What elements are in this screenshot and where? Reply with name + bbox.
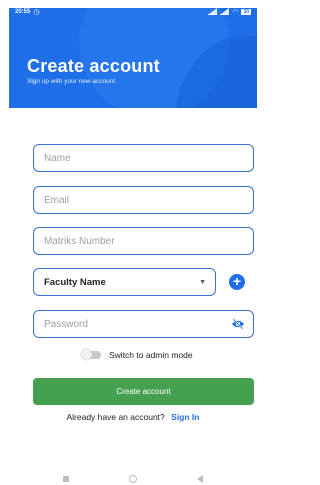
password-input[interactable] (44, 318, 253, 330)
system-nav-bar (9, 472, 257, 485)
page-title: Create account (27, 56, 160, 76)
signin-prompt: Already have an account? (66, 412, 165, 422)
email-field[interactable] (33, 186, 254, 214)
add-icon: + (232, 273, 242, 289)
password-field[interactable] (33, 310, 254, 338)
signal-icon (220, 8, 230, 15)
admin-mode-label: Switch to admin mode (109, 350, 193, 360)
chevron-down-icon: ▼ (199, 278, 206, 286)
signin-row: Already have an account? Sign In (9, 412, 257, 422)
page-subtitle: Sign up with your new account (27, 78, 116, 85)
faculty-select[interactable]: Faculty Name ▼ (33, 268, 216, 296)
matriks-number-input[interactable] (44, 235, 253, 247)
admin-mode-row: Switch to admin mode (81, 349, 193, 360)
create-account-screen: 20:55 ◷ ◠ 30 Create account Sign up with… (9, 0, 257, 485)
status-bar: 20:55 ◷ ◠ 30 (9, 0, 257, 24)
home-icon[interactable] (129, 474, 137, 483)
alarm-icon: ◷ (33, 9, 40, 16)
signal-icon (208, 8, 218, 15)
toggle-knob (81, 349, 92, 360)
eye-off-icon[interactable] (231, 318, 245, 330)
name-input[interactable] (44, 152, 253, 164)
recents-icon[interactable] (63, 475, 69, 482)
status-icons: ◠ 30 (208, 8, 251, 16)
wifi-icon: ◠ (232, 9, 239, 16)
admin-mode-toggle[interactable] (81, 349, 101, 360)
back-icon[interactable] (197, 474, 203, 483)
faculty-select-value: Faculty Name (44, 276, 106, 288)
battery-icon: 30 (241, 9, 251, 15)
add-faculty-button[interactable]: + (229, 274, 245, 290)
signin-link[interactable]: Sign In (171, 412, 199, 422)
create-account-button[interactable]: Create account (33, 378, 254, 405)
email-input[interactable] (44, 194, 253, 206)
status-time: 20:55 (15, 9, 31, 15)
name-field[interactable] (33, 144, 254, 172)
matriks-number-field[interactable] (33, 227, 254, 255)
